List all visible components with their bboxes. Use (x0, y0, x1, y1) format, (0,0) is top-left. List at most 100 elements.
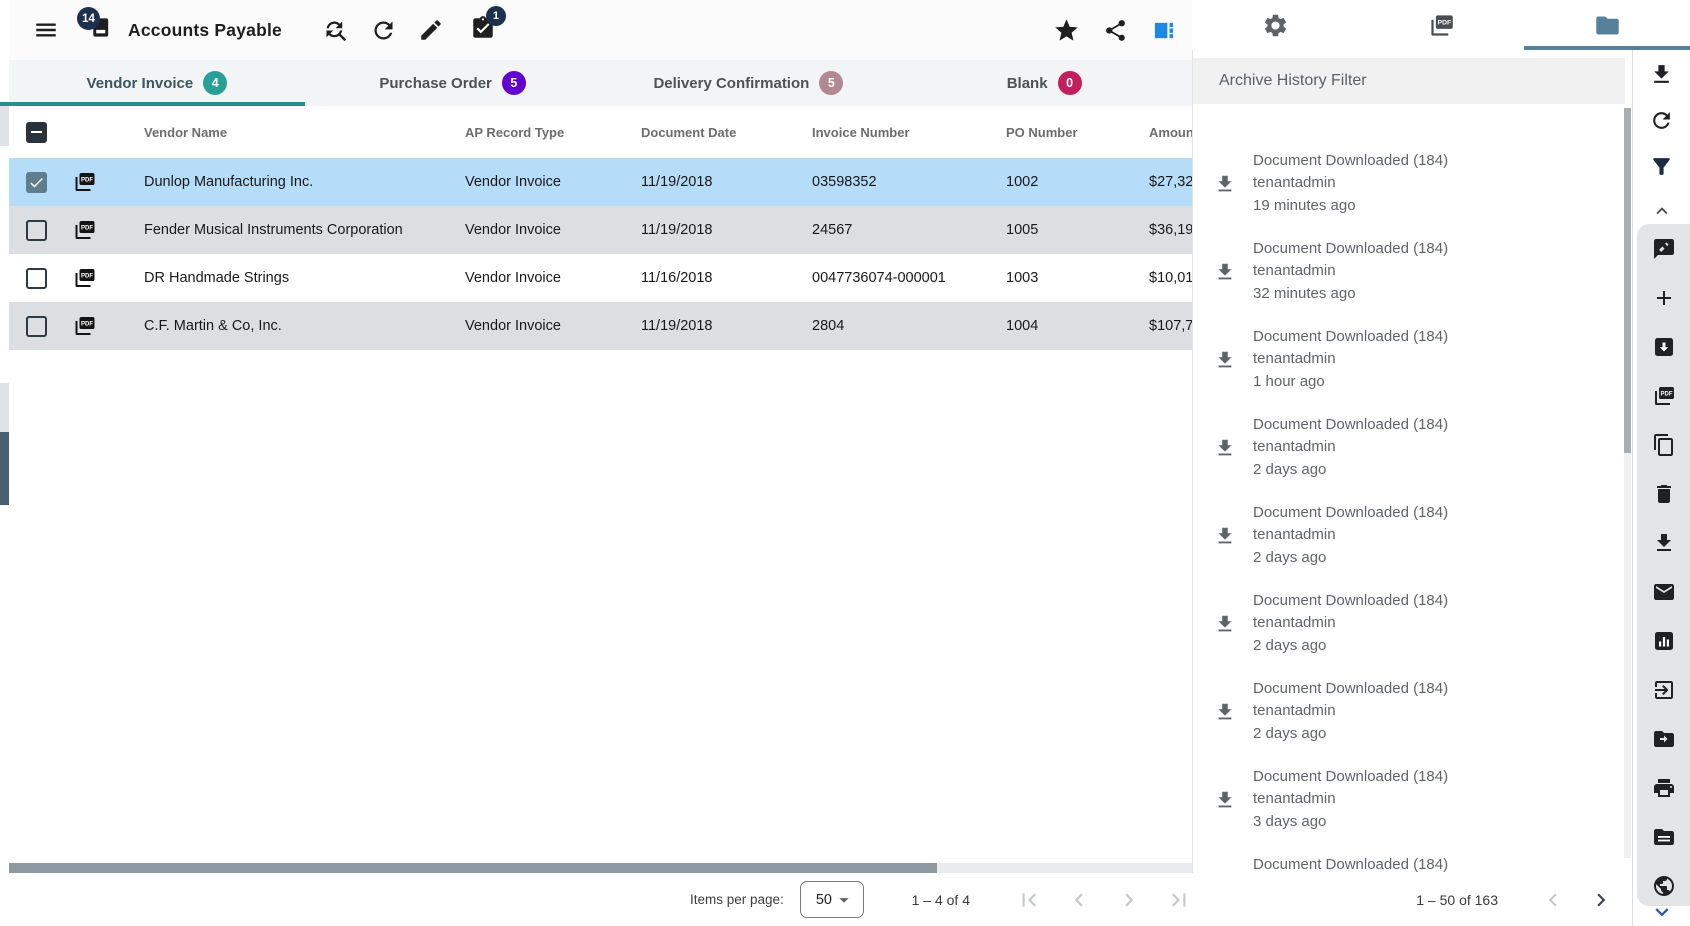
record-type: Vendor Invoice (456, 222, 632, 238)
next-page-icon[interactable] (1588, 887, 1614, 913)
download-icon (1214, 789, 1236, 811)
pdf-icon[interactable]: PDF (72, 266, 97, 290)
horizontal-scrollbar[interactable] (9, 863, 1192, 873)
download-icon[interactable] (1649, 62, 1674, 87)
share-icon[interactable] (1103, 18, 1128, 43)
history-item[interactable]: Document Downloaded (184) (1193, 851, 1621, 873)
history-user: tenantadmin (1253, 172, 1448, 194)
chevron-down-icon (833, 889, 855, 911)
analytics-icon[interactable] (1652, 629, 1676, 653)
history-paginator: 1 – 50 of 163 (1192, 873, 1632, 926)
edit-icon[interactable] (418, 17, 444, 43)
col-header-po-number[interactable]: PO Number (997, 125, 1140, 140)
inbox-document-button[interactable]: 14 (89, 15, 112, 45)
first-page-icon[interactable] (1016, 887, 1042, 913)
document-date: 11/19/2018 (632, 174, 803, 190)
col-header-vendor-name[interactable]: Vendor Name (135, 125, 456, 140)
row-checkbox[interactable] (26, 268, 47, 289)
history-item[interactable]: Document Downloaded (184)tenantadmin1 ho… (1193, 323, 1621, 411)
pdf-icon[interactable]: PDF (72, 314, 97, 338)
archive-history-list: Document Downloaded (184)tenantadmin19 m… (1193, 104, 1621, 873)
col-header-amount[interactable]: Amount (1140, 125, 1192, 140)
history-title: Document Downloaded (184) (1253, 414, 1448, 436)
add-icon[interactable] (1652, 286, 1676, 310)
menu-icon[interactable] (33, 17, 59, 43)
print-icon[interactable] (1652, 776, 1676, 800)
refresh-icon[interactable] (370, 17, 397, 44)
settings-icon (1262, 12, 1289, 39)
svg-text:PDF: PDF (81, 225, 93, 231)
history-item[interactable]: Document Downloaded (184)tenantadmin2 da… (1193, 675, 1621, 763)
row-checkbox[interactable] (26, 172, 47, 193)
panel-scrollbar-thumb[interactable] (1624, 108, 1631, 453)
archive-history-header[interactable]: Archive History Filter (1193, 58, 1625, 104)
tab-vendor-invoice[interactable]: Vendor Invoice4 (9, 60, 305, 106)
folder-move-icon[interactable] (1652, 727, 1676, 751)
right-action-strip: PDF (1632, 50, 1690, 926)
row-checkbox[interactable] (26, 220, 47, 241)
next-page-icon[interactable] (1116, 887, 1142, 913)
tab-purchase-order[interactable]: Purchase Order5 (305, 60, 601, 106)
pdf-icon[interactable]: PDF (72, 218, 97, 242)
col-header-invoice-number[interactable]: Invoice Number (803, 125, 997, 140)
table-row[interactable]: PDFDR Handmade StringsVendor Invoice11/1… (9, 254, 1192, 302)
download-icon[interactable] (1652, 531, 1676, 555)
find-replace-icon[interactable] (322, 17, 349, 44)
history-time: 2 days ago (1253, 459, 1448, 481)
rate-review-icon[interactable] (1652, 237, 1676, 261)
left-rail-segment (0, 106, 9, 146)
table-row[interactable]: PDFC.F. Martin & Co, Inc.Vendor Invoice1… (9, 302, 1192, 350)
refresh-icon[interactable] (1649, 108, 1674, 133)
svg-text:PDF: PDF (81, 273, 93, 279)
history-item[interactable]: Document Downloaded (184)tenantadmin2 da… (1193, 499, 1621, 587)
collapsed-left-rail[interactable] (0, 0, 9, 926)
tab-blank[interactable]: Blank0 (896, 60, 1192, 106)
right-panel-tabs: PDF (1192, 0, 1690, 50)
page-size-value: 50 (816, 892, 832, 908)
col-header-ap-record-type[interactable]: AP Record Type (456, 125, 632, 140)
tab-delivery-confirmation[interactable]: Delivery Confirmation5 (601, 60, 897, 106)
row-checkbox[interactable] (26, 316, 47, 337)
table-row[interactable]: PDFDunlop Manufacturing Inc.Vendor Invoi… (9, 158, 1192, 206)
col-header-document-date[interactable]: Document Date (632, 125, 803, 140)
folder-docs-icon[interactable] (1652, 825, 1676, 849)
layout-split-icon[interactable] (1152, 19, 1175, 42)
mail-icon[interactable] (1652, 580, 1676, 604)
select-all-checkbox[interactable] (26, 122, 47, 143)
download-icon (1214, 437, 1236, 459)
chevron-up-icon[interactable] (1651, 200, 1673, 222)
pdf-copy-icon[interactable]: PDF (1652, 384, 1676, 408)
tasks-button[interactable]: 1 (470, 15, 496, 46)
history-title: Document Downloaded (184) (1253, 854, 1448, 873)
panel-tab-settings[interactable] (1192, 0, 1358, 50)
pdf-icon[interactable]: PDF (72, 170, 97, 194)
delete-icon[interactable] (1652, 482, 1676, 506)
history-item[interactable]: Document Downloaded (184)tenantadmin32 m… (1193, 235, 1621, 323)
filter-icon[interactable] (1649, 154, 1674, 179)
download-icon (1214, 173, 1236, 195)
exit-to-app-icon[interactable] (1652, 678, 1676, 702)
previous-page-icon[interactable] (1066, 887, 1092, 913)
panel-tab-pdf[interactable]: PDF (1358, 0, 1524, 50)
previous-page-icon[interactable] (1540, 887, 1566, 913)
download-icon (1214, 261, 1236, 283)
copy-icon[interactable] (1652, 433, 1676, 457)
panel-tab-folder[interactable] (1524, 0, 1690, 50)
panel-scrollbar[interactable] (1624, 108, 1631, 858)
star-icon[interactable] (1053, 17, 1080, 44)
table-row[interactable]: PDFFender Musical Instruments Corporatio… (9, 206, 1192, 254)
history-item[interactable]: Document Downloaded (184)tenantadmin19 m… (1193, 147, 1621, 235)
last-page-icon[interactable] (1166, 887, 1192, 913)
history-item[interactable]: Document Downloaded (184)tenantadmin2 da… (1193, 411, 1621, 499)
download-box-icon[interactable] (1652, 335, 1676, 359)
main-area: 14 Accounts Payable 1 Vendor Invoice4Pur… (9, 0, 1192, 926)
history-item[interactable]: Document Downloaded (184)tenantadmin2 da… (1193, 587, 1621, 675)
page-size-select[interactable]: 50 (800, 881, 864, 918)
pdf-icon: PDF (1428, 12, 1455, 39)
invoice-table-body: PDFDunlop Manufacturing Inc.Vendor Invoi… (9, 158, 1192, 350)
horizontal-scrollbar-thumb[interactable] (9, 863, 937, 873)
chevron-down-icon[interactable] (1649, 899, 1675, 925)
invoice-number: 03598352 (803, 174, 997, 190)
globe-icon[interactable] (1652, 874, 1676, 898)
history-item[interactable]: Document Downloaded (184)tenantadmin3 da… (1193, 763, 1621, 851)
